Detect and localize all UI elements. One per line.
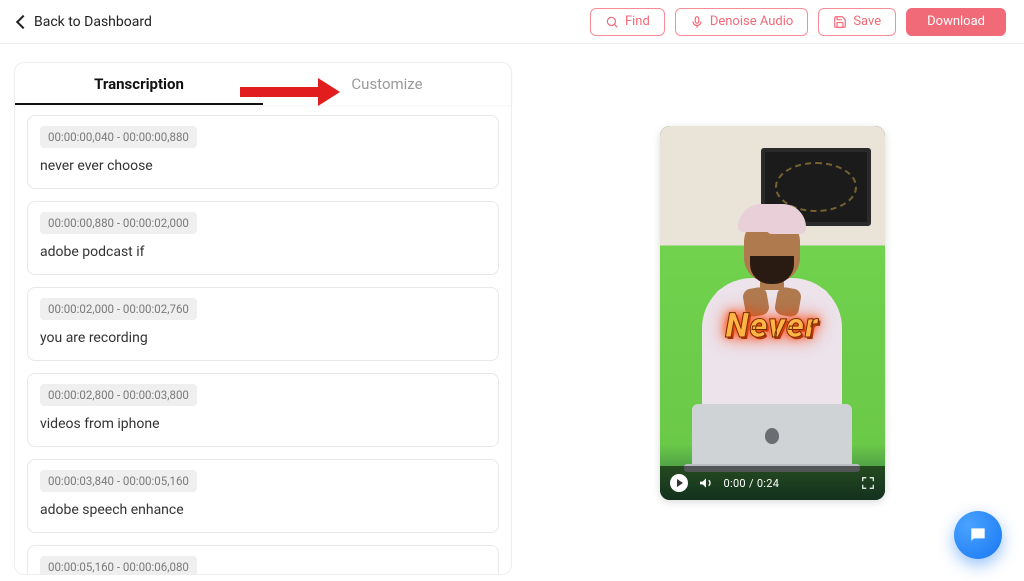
segment-text: adobe podcast if — [40, 244, 486, 260]
back-to-dashboard-link[interactable]: Back to Dashboard — [18, 14, 152, 30]
video-player-bar: 0:00 / 0:24 — [660, 466, 885, 500]
transcription-segment[interactable]: 00:00:03,840 - 00:00:05,160 adobe speech… — [27, 459, 499, 533]
download-button[interactable]: Download — [906, 8, 1006, 36]
fullscreen-icon[interactable] — [861, 476, 875, 490]
chat-icon — [968, 525, 988, 545]
laptop-prop — [692, 404, 852, 466]
video-caption-word: Never — [725, 306, 818, 346]
find-label: Find — [625, 14, 650, 29]
right-column: Never 0:00 / 0:24 — [520, 44, 1024, 581]
segment-timestamp: 00:00:02,000 - 00:00:02,760 — [40, 298, 197, 320]
segment-timestamp: 00:00:02,800 - 00:00:03,800 — [40, 384, 197, 406]
microphone-icon — [690, 15, 704, 29]
transcription-segment[interactable]: 00:00:02,000 - 00:00:02,760 you are reco… — [27, 287, 499, 361]
tabs-card: Transcription Customize — [14, 62, 512, 105]
find-button[interactable]: Find — [590, 8, 665, 36]
video-frame-scene: Never — [660, 126, 885, 500]
transcription-segment[interactable]: 00:00:02,800 - 00:00:03,800 videos from … — [27, 373, 499, 447]
back-label: Back to Dashboard — [34, 14, 152, 30]
download-label: Download — [927, 14, 985, 29]
chevron-left-icon — [16, 14, 30, 28]
segment-timestamp: 00:00:03,840 - 00:00:05,160 — [40, 470, 197, 492]
segment-text: you are recording — [40, 330, 486, 346]
left-column: Transcription Customize 00:00:00,040 - 0… — [0, 44, 520, 581]
top-actions: Find Denoise Audio Save Download — [590, 8, 1006, 36]
search-icon — [605, 15, 619, 29]
segment-text: adobe speech enhance — [40, 502, 486, 518]
transcription-segment[interactable]: 00:00:05,160 - 00:00:06,080 just destroy… — [27, 545, 499, 575]
chat-fab-button[interactable] — [954, 511, 1002, 559]
tabs-header: Transcription Customize — [15, 63, 511, 105]
transcription-list[interactable]: 00:00:00,040 - 00:00:00,880 never ever c… — [14, 105, 512, 575]
transcription-segment[interactable]: 00:00:00,880 - 00:00:02,000 adobe podcas… — [27, 201, 499, 275]
segment-timestamp: 00:00:00,880 - 00:00:02,000 — [40, 212, 197, 234]
apple-logo-icon — [765, 428, 779, 444]
denoise-audio-button[interactable]: Denoise Audio — [675, 8, 809, 36]
transcription-segment[interactable]: 00:00:00,040 - 00:00:00,880 never ever c… — [27, 115, 499, 189]
segment-text: videos from iphone — [40, 416, 486, 432]
tab-customize[interactable]: Customize — [263, 63, 511, 105]
main-area: Transcription Customize 00:00:00,040 - 0… — [0, 44, 1024, 581]
tab-transcription[interactable]: Transcription — [15, 63, 263, 105]
video-time-display: 0:00 / 0:24 — [724, 477, 780, 490]
segment-timestamp: 00:00:05,160 - 00:00:06,080 — [40, 556, 197, 575]
top-bar: Back to Dashboard Find Denoise Audio Sav… — [0, 0, 1024, 44]
denoise-label: Denoise Audio — [710, 14, 794, 29]
segment-text: never ever choose — [40, 158, 486, 174]
save-button[interactable]: Save — [818, 8, 896, 36]
save-icon — [833, 15, 847, 29]
play-button[interactable] — [670, 474, 688, 492]
video-preview[interactable]: Never 0:00 / 0:24 — [660, 126, 885, 500]
save-label: Save — [853, 14, 881, 29]
volume-icon[interactable] — [698, 475, 714, 491]
segment-timestamp: 00:00:00,040 - 00:00:00,880 — [40, 126, 197, 148]
